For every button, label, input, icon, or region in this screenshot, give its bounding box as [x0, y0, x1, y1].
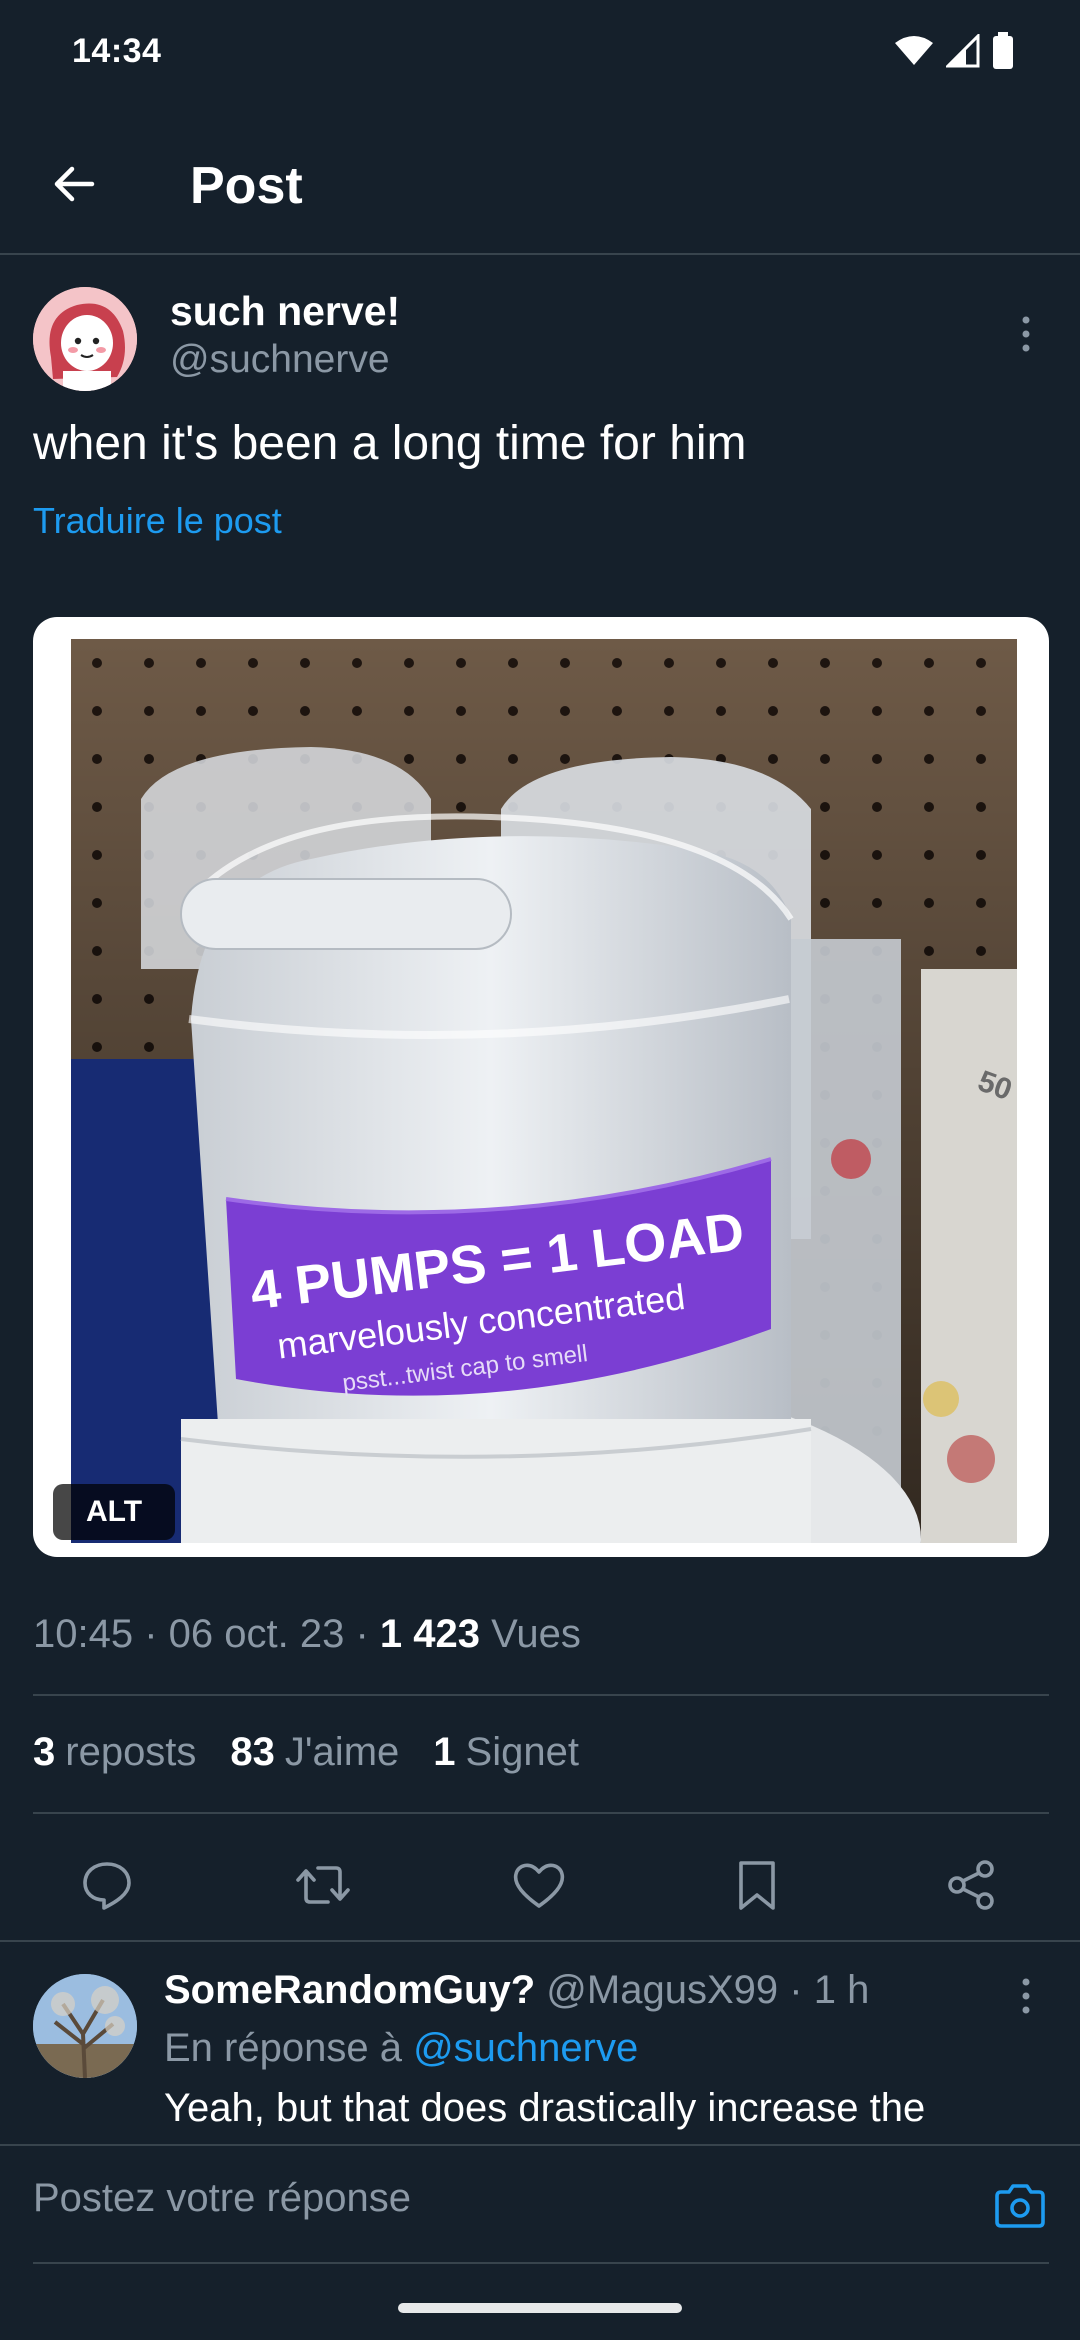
comment-icon — [83, 1862, 131, 1910]
compose-bar: Postez votre réponse — [0, 2144, 1080, 2264]
share-icon — [948, 1860, 994, 1910]
meta-separator: · — [144, 1612, 169, 1656]
wifi-icon — [894, 35, 934, 72]
reply-button[interactable] — [74, 1852, 140, 1918]
views-count: 1 423 — [379, 1612, 481, 1656]
post-time: 10:45 — [33, 1612, 134, 1656]
cell-signal-icon — [944, 31, 980, 73]
reposts-count: 3 — [33, 1730, 56, 1774]
status-icons — [894, 31, 1014, 75]
reply-handle[interactable]: @MagusX99 — [546, 1968, 778, 2012]
reply-time: 1 h — [813, 1968, 870, 2012]
post-header: such nerve! @suchnerve — [0, 260, 1080, 410]
views-label: Vues — [491, 1612, 581, 1656]
heart-icon — [513, 1863, 565, 1908]
post-stats: 3 reposts 83 J'aime 1 Signet — [33, 1730, 579, 1775]
reposts-stat[interactable]: 3 reposts — [33, 1730, 196, 1775]
reply-item[interactable]: SomeRandomGuy? @MagusX99 · 1 h En répons… — [0, 1944, 1080, 2144]
repost-button[interactable] — [290, 1852, 356, 1918]
status-time: 14:34 — [72, 32, 162, 70]
bookmarks-stat[interactable]: 1 Signet — [433, 1730, 579, 1775]
reply-context: En réponse à @suchnerve — [164, 2026, 638, 2071]
reply-input[interactable]: Postez votre réponse — [33, 2176, 411, 2221]
reply-avatar[interactable] — [33, 1974, 137, 2078]
user-handle[interactable]: @suchnerve — [170, 338, 390, 382]
arrow-left-icon — [54, 166, 95, 202]
avatar[interactable] — [33, 287, 137, 391]
likes-stat[interactable]: 83 J'aime — [230, 1730, 399, 1775]
reply-header: SomeRandomGuy? @MagusX99 · 1 h — [164, 1968, 869, 2013]
post-text: when it's been a long time for him — [33, 417, 747, 470]
action-bar — [0, 1830, 1080, 1940]
more-vertical-icon — [1022, 316, 1030, 352]
home-indicator[interactable] — [398, 2303, 682, 2313]
reply-display-name[interactable]: SomeRandomGuy? — [164, 1968, 535, 2012]
bookmarks-count: 1 — [433, 1730, 456, 1774]
reply-text: Yeah, but that does drastically increase… — [164, 2086, 926, 2130]
alt-badge[interactable]: ALT — [53, 1484, 175, 1540]
like-button[interactable] — [506, 1852, 572, 1918]
divider — [33, 1812, 1049, 1814]
back-button[interactable] — [38, 148, 110, 220]
bookmarks-label: Signet — [465, 1730, 579, 1774]
likes-count: 83 — [230, 1730, 275, 1774]
reply-context-mention[interactable]: @suchnerve — [413, 2026, 638, 2070]
camera-button[interactable] — [990, 2176, 1050, 2236]
post-photo[interactable]: 4 PUMPS = 1 LOAD marvelously concentrate… — [71, 639, 1017, 1543]
bookmark-icon — [739, 1861, 775, 1910]
divider — [33, 1694, 1049, 1696]
divider — [0, 1940, 1080, 1942]
top-bar: Post — [0, 120, 1080, 255]
more-options-button[interactable] — [998, 306, 1054, 362]
reply-more-options-button[interactable] — [998, 1968, 1054, 2024]
post-meta: 10:45 · 06 oct. 23 · 1 423 Vues — [33, 1612, 581, 1657]
reposts-label: reposts — [65, 1730, 197, 1774]
share-button[interactable] — [938, 1852, 1004, 1918]
reply-separator: · — [789, 1968, 803, 2012]
post-date: 06 oct. 23 — [168, 1612, 345, 1656]
page-title: Post — [190, 157, 303, 215]
likes-label: J'aime — [284, 1730, 400, 1774]
compose-underline — [33, 2262, 1049, 2264]
repost-icon — [296, 1866, 350, 1904]
meta-separator: · — [355, 1612, 380, 1656]
more-vertical-icon — [1022, 1978, 1030, 2014]
display-name[interactable]: such nerve! — [170, 288, 400, 335]
camera-icon — [995, 2184, 1045, 2228]
translate-link[interactable]: Traduire le post — [33, 500, 282, 542]
post-media[interactable]: 4 PUMPS = 1 LOAD marvelously concentrate… — [33, 617, 1049, 1557]
status-bar: 14:34 — [0, 0, 1080, 105]
reply-context-prefix: En réponse à — [164, 2026, 402, 2070]
bookmark-button[interactable] — [724, 1852, 790, 1918]
battery-icon — [992, 31, 1014, 75]
